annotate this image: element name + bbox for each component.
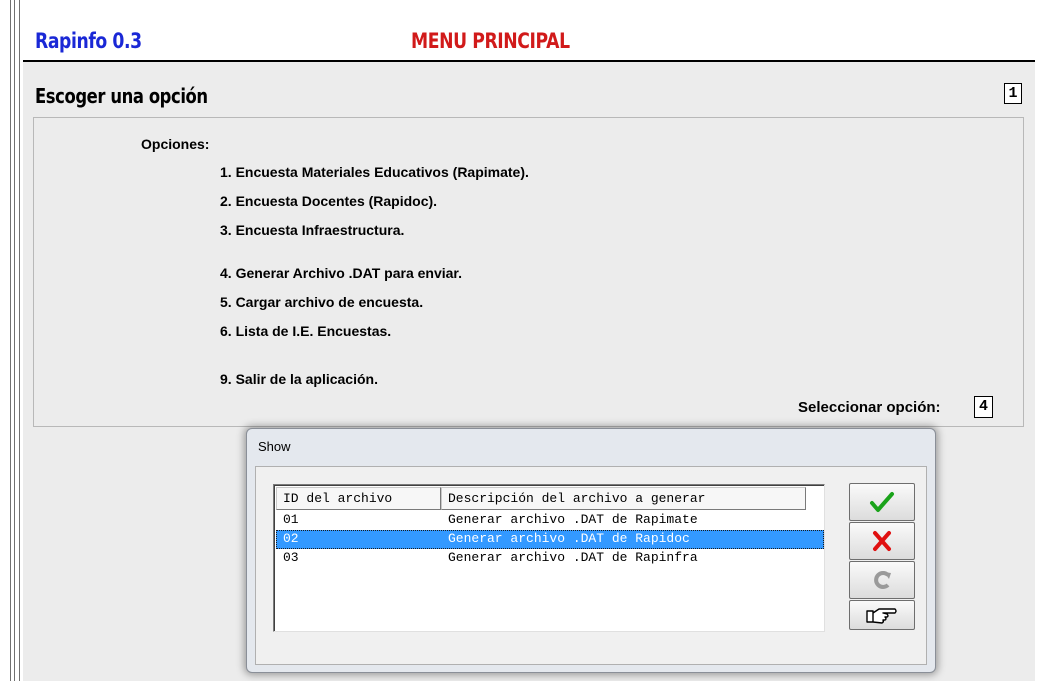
frame-line [10,0,11,681]
column-header-id[interactable]: ID del archivo [276,487,441,510]
refresh-button[interactable] [849,561,915,599]
row-id: 01 [283,512,299,527]
section-title: Escoger una opción [35,84,208,108]
page-number-box: 1 [1004,83,1022,104]
main-window: Rapinfo 0.3 MENU PRINCIPAL Escoger una o… [23,0,1035,681]
app-title: Rapinfo 0.3 [35,29,142,53]
dialog-title: Show [258,439,291,454]
option-2[interactable]: 2. Encuesta Docentes (Rapidoc). [220,193,437,209]
refresh-icon [874,571,891,589]
x-cross-icon [873,531,891,551]
dialog-content: ID del archivo Descripción del archivo a… [255,466,927,665]
row-description: Generar archivo .DAT de Rapinfra [448,550,698,565]
row-id: 02 [283,531,299,546]
checkmark-icon [870,492,894,512]
frame-line [14,0,15,681]
accept-button[interactable] [849,483,915,521]
row-id: 03 [283,550,299,565]
row-description: Generar archivo .DAT de Rapidoc [448,531,690,546]
pointer-button[interactable] [849,600,915,630]
menu-title: MENU PRINCIPAL [411,29,570,53]
list-item-selected[interactable]: 02 Generar archivo .DAT de Rapidoc [276,530,824,549]
show-dialog: Show ID del archivo Descripción del arch… [246,428,936,673]
list-item[interactable]: 03 Generar archivo .DAT de Rapinfra [276,549,824,568]
option-9[interactable]: 9. Salir de la aplicación. [220,371,378,387]
cancel-button[interactable] [849,522,915,560]
option-4[interactable]: 4. Generar Archivo .DAT para enviar. [220,265,462,281]
options-panel: Opciones: 1. Encuesta Materiales Educati… [33,117,1024,427]
option-3[interactable]: 3. Encuesta Infraestructura. [220,222,404,238]
option-1[interactable]: 1. Encuesta Materiales Educativos (Rapim… [220,164,529,180]
options-heading: Opciones: [141,136,210,152]
title-bar: Rapinfo 0.3 MENU PRINCIPAL [23,0,1035,62]
window-frame [0,0,24,681]
list-header: ID del archivo Descripción del archivo a… [276,487,824,510]
file-list[interactable]: ID del archivo Descripción del archivo a… [273,484,825,632]
section-header: Escoger una opción 1 [23,64,1035,116]
option-6[interactable]: 6. Lista de I.E. Encuestas. [220,323,391,339]
option-5[interactable]: 5. Cargar archivo de encuesta. [220,294,423,310]
row-description: Generar archivo .DAT de Rapimate [448,512,698,527]
select-option-input[interactable]: 4 [974,396,993,418]
frame-line [19,0,20,681]
select-option-label: Seleccionar opción: [798,399,941,416]
column-header-description[interactable]: Descripción del archivo a generar [441,487,806,510]
pointing-hand-icon [866,608,897,624]
list-item[interactable]: 01 Generar archivo .DAT de Rapimate [276,511,824,530]
